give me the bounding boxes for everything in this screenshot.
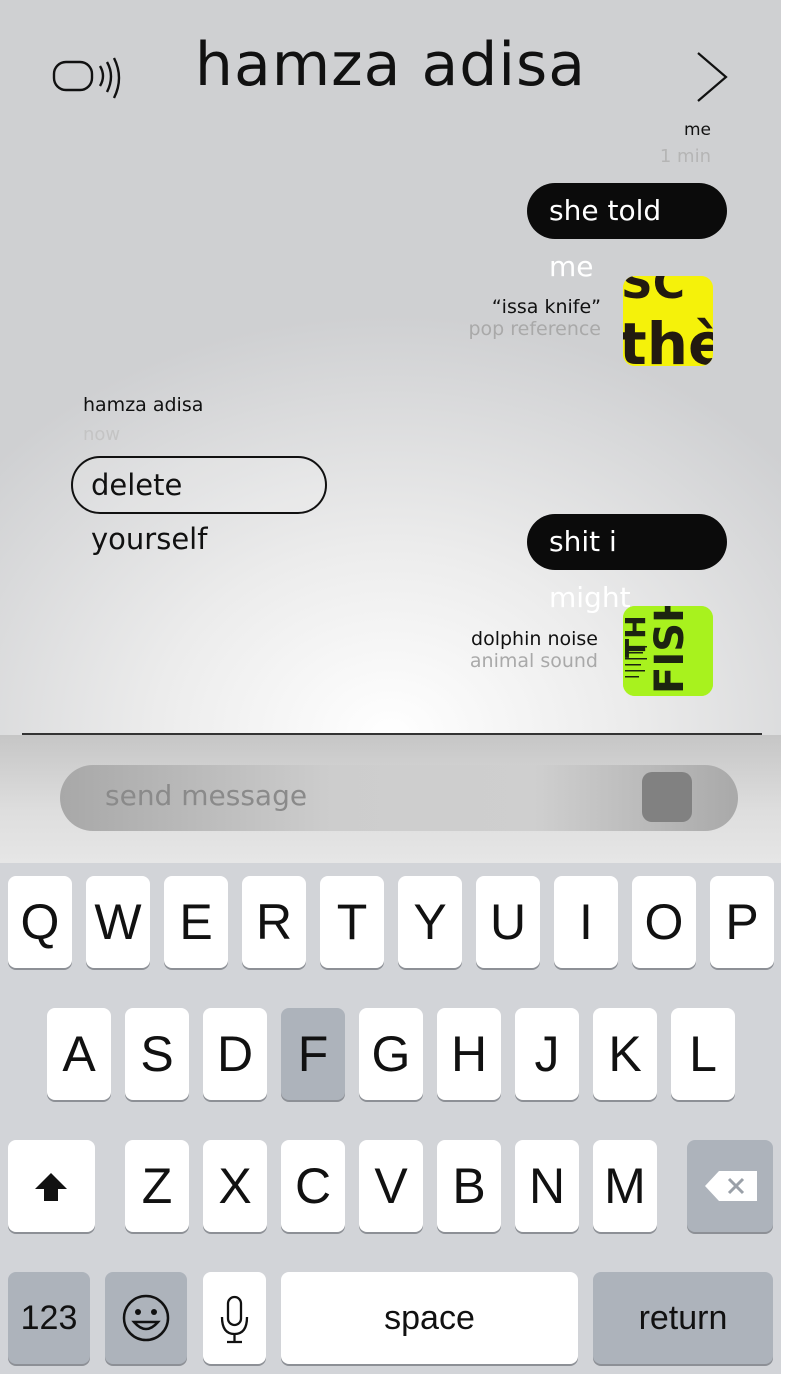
message-input[interactable]: send message	[60, 765, 738, 831]
key-c[interactable]: C	[281, 1140, 345, 1232]
sender-time: 1 min	[659, 146, 711, 167]
thumb-text: FISH	[647, 606, 693, 694]
svg-text:SC: SC	[623, 276, 685, 309]
key-h[interactable]: H	[437, 1008, 501, 1100]
key-l[interactable]: L	[671, 1008, 735, 1100]
key-o[interactable]: O	[632, 876, 696, 968]
chevron-right-icon[interactable]	[692, 50, 732, 104]
key-j[interactable]: J	[515, 1008, 579, 1100]
sender-meta-them: hamza adisa now	[83, 394, 203, 445]
shift-arrow-icon	[35, 1173, 67, 1201]
key-s[interactable]: S	[125, 1008, 189, 1100]
space-key[interactable]: space	[281, 1272, 578, 1364]
key-x[interactable]: X	[203, 1140, 267, 1232]
attachment-info: dolphin noise animal sound	[470, 628, 598, 672]
backspace-icon	[705, 1171, 757, 1201]
key-i[interactable]: I	[554, 876, 618, 968]
edge-strip	[781, 0, 793, 1374]
attachment-subtitle: animal sound	[469, 650, 598, 672]
key-b[interactable]: B	[437, 1140, 501, 1232]
key-m[interactable]: M	[593, 1140, 657, 1232]
key-n[interactable]: N	[515, 1140, 579, 1232]
sender-time: now	[83, 424, 121, 445]
attachment-thumbnail[interactable]: SC thè	[623, 276, 713, 366]
key-w[interactable]: W	[86, 876, 150, 968]
key-d[interactable]: D	[203, 1008, 267, 1100]
microphone-key[interactable]	[203, 1272, 266, 1364]
key-q[interactable]: Q	[8, 876, 72, 968]
key-r[interactable]: R	[242, 876, 306, 968]
attachment-subtitle: pop reference	[468, 318, 601, 340]
key-a[interactable]: A	[47, 1008, 111, 1100]
sender-meta-me: me 1 min	[660, 120, 711, 167]
attachment-thumbnail[interactable]: FISH TH	[623, 606, 713, 696]
numbers-key[interactable]: 123	[8, 1272, 90, 1364]
key-e[interactable]: E	[164, 876, 228, 968]
attachment-info: “issa knife” pop reference	[468, 296, 601, 340]
sender-name: me	[683, 120, 711, 140]
key-y[interactable]: Y	[398, 876, 462, 968]
page-title: hamza adisa	[194, 30, 587, 100]
key-f[interactable]: F	[281, 1008, 345, 1100]
attachment-title: “issa knife”	[491, 296, 601, 318]
message-bubble-incoming[interactable]: delete yourself	[71, 456, 327, 556]
svg-text:TH: TH	[623, 615, 652, 658]
key-k[interactable]: K	[593, 1008, 657, 1100]
key-g[interactable]: G	[359, 1008, 423, 1100]
send-button[interactable]	[642, 772, 692, 822]
input-placeholder: send message	[105, 779, 308, 812]
return-key[interactable]: return	[593, 1272, 773, 1364]
emoji-key[interactable]	[105, 1272, 187, 1364]
sender-name: hamza adisa	[83, 394, 204, 416]
key-v[interactable]: V	[359, 1140, 423, 1232]
key-p[interactable]: P	[710, 876, 774, 968]
backspace-key[interactable]	[687, 1140, 773, 1232]
key-z[interactable]: Z	[125, 1140, 189, 1232]
message-bubble-outgoing[interactable]: she told me	[527, 183, 727, 283]
microphone-icon	[220, 1295, 249, 1344]
message-bubble-outgoing[interactable]: shit i might	[527, 514, 727, 614]
attachment-title: dolphin noise	[471, 628, 598, 650]
shift-key[interactable]	[8, 1140, 95, 1232]
key-u[interactable]: U	[476, 876, 540, 968]
key-t[interactable]: T	[320, 876, 384, 968]
emoji-icon	[122, 1294, 170, 1342]
thumb-text: thè	[623, 310, 713, 366]
